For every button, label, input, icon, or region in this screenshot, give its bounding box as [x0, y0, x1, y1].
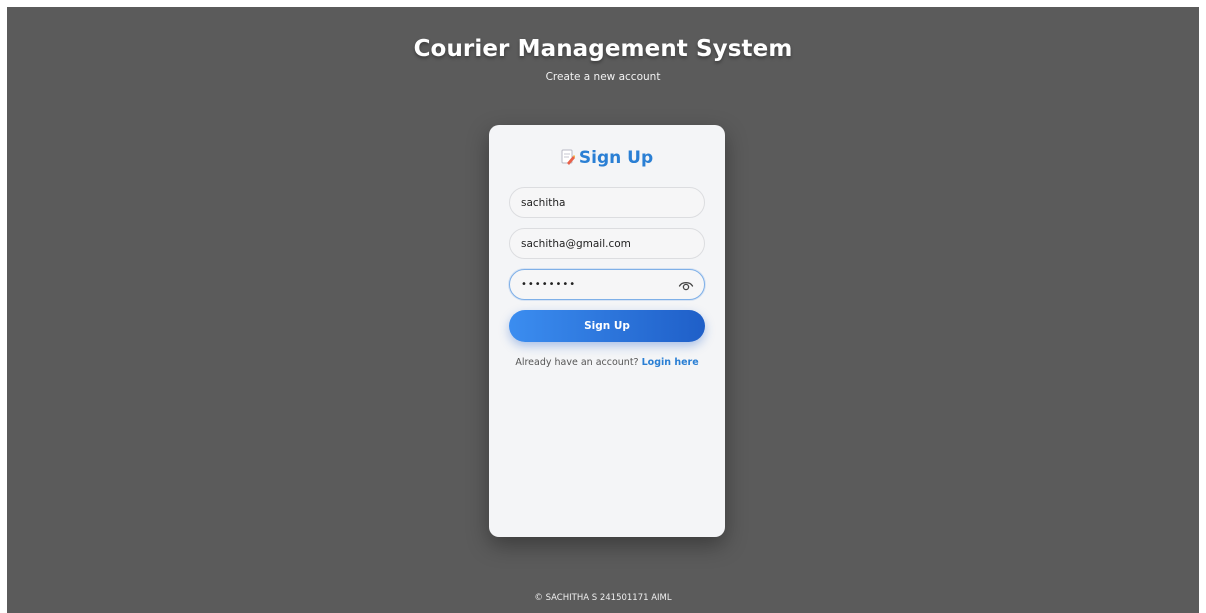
page-background: Courier Management System Create a new a…	[7, 7, 1199, 613]
signup-heading: Sign Up	[489, 148, 725, 168]
memo-pencil-icon	[561, 149, 576, 165]
eye-icon[interactable]	[678, 277, 694, 293]
email-field	[509, 228, 705, 259]
password-field	[509, 269, 705, 300]
username-input[interactable]	[510, 188, 681, 217]
signup-heading-text: Sign Up	[578, 148, 654, 168]
signup-card: Sign Up Sign Up Already have an account?…	[489, 125, 725, 537]
footer-credit: © SACHITHA S 241501171 AIML	[534, 593, 672, 603]
email-input[interactable]	[510, 229, 681, 258]
app-title: Courier Management System	[413, 36, 793, 62]
username-field	[509, 187, 705, 218]
app-subtitle: Create a new account	[545, 71, 661, 83]
login-prompt-row: Already have an account? Login here	[489, 357, 725, 368]
password-input[interactable]	[510, 270, 681, 299]
login-prompt-text: Already have an account?	[515, 357, 639, 368]
login-link[interactable]: Login here	[642, 357, 699, 368]
signup-button[interactable]: Sign Up	[509, 310, 705, 342]
